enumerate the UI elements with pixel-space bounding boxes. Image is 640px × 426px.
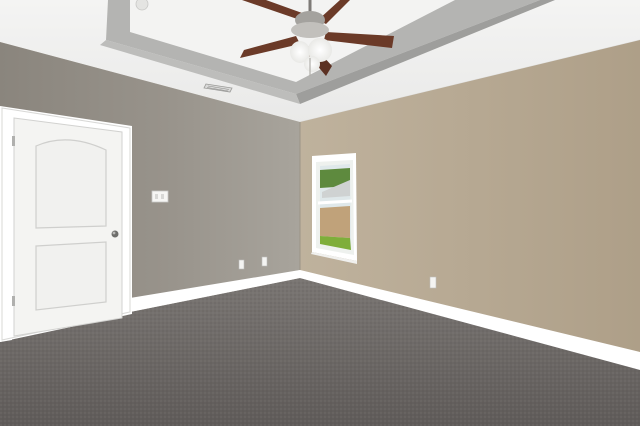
smoke-detector — [135, 0, 149, 11]
window-fence — [320, 206, 350, 238]
fan-light — [304, 56, 320, 72]
door-lower-panel — [35, 241, 107, 311]
wall-outlet — [238, 259, 245, 270]
hinge-icon — [12, 296, 15, 306]
room-illustration — [0, 0, 640, 426]
door-upper-panel — [35, 139, 107, 229]
window — [311, 153, 357, 264]
hinge-icon — [12, 136, 15, 146]
room-scene — [0, 0, 640, 426]
light-switch[interactable] — [151, 190, 169, 203]
wall-outlet — [429, 276, 437, 289]
wall-outlet — [261, 256, 268, 267]
bedroom-door[interactable] — [0, 106, 132, 342]
door-knob[interactable] — [111, 230, 119, 238]
